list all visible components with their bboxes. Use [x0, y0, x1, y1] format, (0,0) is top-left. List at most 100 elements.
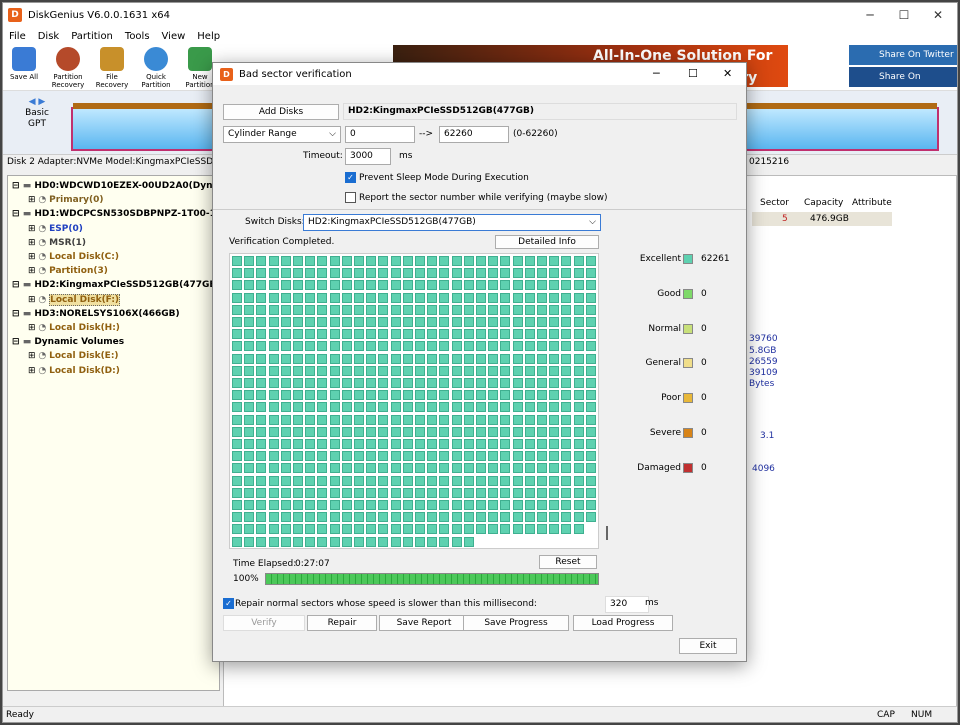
sector-block[interactable]: [341, 439, 352, 449]
sector-block[interactable]: [537, 524, 547, 535]
sector-block[interactable]: [378, 402, 389, 413]
sector-block[interactable]: [390, 439, 401, 449]
sector-block[interactable]: [390, 463, 401, 474]
sector-block[interactable]: [378, 451, 389, 462]
dialog-close-icon[interactable]: ✕: [723, 67, 732, 80]
sector-block[interactable]: [524, 451, 535, 462]
sector-block[interactable]: [366, 353, 377, 364]
sector-block[interactable]: [280, 317, 291, 327]
sector-block[interactable]: [573, 487, 584, 498]
sector-block[interactable]: [585, 512, 596, 523]
sector-block[interactable]: [244, 512, 255, 523]
sector-block[interactable]: [317, 536, 328, 547]
sector-block[interactable]: [537, 280, 547, 291]
sector-block[interactable]: [378, 341, 389, 352]
sector-block[interactable]: [256, 439, 267, 449]
sector-block[interactable]: [341, 475, 352, 486]
sector-block[interactable]: [476, 500, 486, 510]
sector-block[interactable]: [549, 256, 560, 266]
sector-block[interactable]: [549, 426, 560, 437]
sector-block[interactable]: [244, 500, 255, 510]
save-report-button[interactable]: Save Report: [379, 615, 469, 631]
sector-block[interactable]: [451, 329, 462, 340]
sector-block[interactable]: [305, 402, 316, 413]
sector-block[interactable]: [378, 439, 389, 449]
share-facebook-button[interactable]: Share On Facebook: [849, 67, 957, 102]
sector-block[interactable]: [402, 268, 413, 279]
sector-block[interactable]: [561, 365, 572, 376]
sector-block[interactable]: [512, 256, 523, 266]
sector-block[interactable]: [415, 487, 425, 498]
sector-block[interactable]: [366, 451, 377, 462]
sector-block[interactable]: [585, 292, 596, 303]
sector-block[interactable]: [561, 280, 572, 291]
reset-button[interactable]: Reset: [539, 555, 597, 569]
sector-block[interactable]: [232, 463, 242, 474]
sector-block[interactable]: [549, 353, 560, 364]
sector-block[interactable]: [439, 475, 450, 486]
sector-block[interactable]: [366, 463, 377, 474]
sector-block[interactable]: [329, 280, 340, 291]
sector-block[interactable]: [512, 524, 523, 535]
sector-block[interactable]: [573, 341, 584, 352]
sector-block[interactable]: [573, 463, 584, 474]
sector-block[interactable]: [329, 463, 340, 474]
sector-block[interactable]: [451, 512, 462, 523]
sector-block[interactable]: [537, 268, 547, 279]
sector-block[interactable]: [390, 402, 401, 413]
sector-block[interactable]: [451, 292, 462, 303]
sector-block[interactable]: [537, 414, 547, 425]
sector-block[interactable]: [488, 487, 499, 498]
sector-block[interactable]: [354, 292, 364, 303]
sector-block[interactable]: [366, 402, 377, 413]
sector-block[interactable]: [573, 292, 584, 303]
expand-icon[interactable]: ⊞: [28, 238, 38, 248]
sector-block[interactable]: [488, 365, 499, 376]
sector-block[interactable]: [268, 280, 279, 291]
sector-block[interactable]: [585, 341, 596, 352]
sector-block[interactable]: [561, 500, 572, 510]
sector-block[interactable]: [402, 304, 413, 315]
sector-block[interactable]: [366, 292, 377, 303]
sector-block[interactable]: [305, 365, 316, 376]
sector-block[interactable]: [378, 390, 389, 401]
sector-block[interactable]: [268, 487, 279, 498]
sector-block[interactable]: [402, 487, 413, 498]
sector-block[interactable]: [280, 524, 291, 535]
sector-block[interactable]: [293, 426, 303, 437]
sector-block[interactable]: [451, 475, 462, 486]
sector-block[interactable]: [402, 524, 413, 535]
sector-block[interactable]: [329, 439, 340, 449]
sector-block[interactable]: [268, 317, 279, 327]
sector-block[interactable]: [585, 475, 596, 486]
sector-block[interactable]: [549, 329, 560, 340]
sector-block[interactable]: [390, 268, 401, 279]
sector-block[interactable]: [256, 280, 267, 291]
sector-block[interactable]: [305, 475, 316, 486]
sector-block[interactable]: [500, 414, 511, 425]
sector-block[interactable]: [488, 329, 499, 340]
sector-block[interactable]: [244, 292, 255, 303]
sector-block[interactable]: [537, 463, 547, 474]
sector-block[interactable]: [488, 292, 499, 303]
sector-block[interactable]: [329, 414, 340, 425]
sector-block[interactable]: [293, 292, 303, 303]
sector-block[interactable]: [305, 292, 316, 303]
sector-block[interactable]: [280, 353, 291, 364]
tree-item[interactable]: ⊟ ▬ HD1:WDCPCSN530SDBPNPZ-1T00-100: [12, 208, 219, 220]
sector-block[interactable]: [439, 451, 450, 462]
sector-block[interactable]: [305, 329, 316, 340]
sector-block[interactable]: [415, 280, 425, 291]
sector-block[interactable]: [256, 426, 267, 437]
sector-block[interactable]: [463, 463, 474, 474]
sector-block[interactable]: [341, 378, 352, 388]
sector-block[interactable]: [317, 304, 328, 315]
sector-block[interactable]: [439, 500, 450, 510]
sector-block[interactable]: [305, 463, 316, 474]
sector-block[interactable]: [463, 451, 474, 462]
sector-block[interactable]: [341, 365, 352, 376]
sector-block[interactable]: [402, 439, 413, 449]
sector-block[interactable]: [585, 304, 596, 315]
sector-block[interactable]: [402, 414, 413, 425]
sector-block[interactable]: [512, 353, 523, 364]
